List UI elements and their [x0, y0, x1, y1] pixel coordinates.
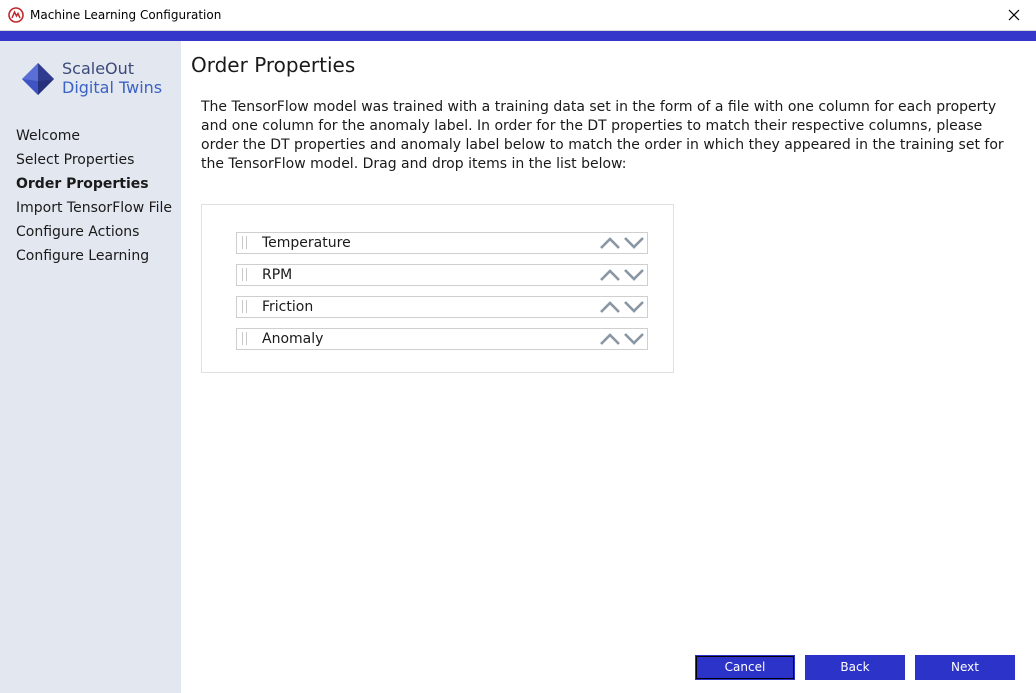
- chevron-down-icon[interactable]: [623, 332, 645, 346]
- logo-text-scaleout: ScaleOut: [62, 59, 135, 78]
- instructions-text: The TensorFlow model was trained with a …: [201, 99, 1004, 172]
- list-item-anomaly[interactable]: Anomaly: [236, 328, 648, 350]
- chevron-up-icon[interactable]: [599, 332, 621, 346]
- sidebar-item-welcome[interactable]: Welcome: [16, 127, 172, 151]
- close-button[interactable]: [992, 0, 1036, 30]
- wizard-steps-nav: Welcome Select Properties Order Properti…: [16, 127, 172, 271]
- chevron-down-icon[interactable]: [623, 268, 645, 282]
- sortable-list-panel: Temperature RPM Friction Anomaly: [201, 204, 674, 373]
- list-item-temperature[interactable]: Temperature: [236, 232, 648, 254]
- drag-handle-icon[interactable]: [242, 268, 248, 282]
- scaleout-logo: ScaleOut Digital Twins: [20, 59, 180, 101]
- chevron-up-icon[interactable]: [599, 236, 621, 250]
- list-item-rpm[interactable]: RPM: [236, 264, 648, 286]
- sidebar-item-configure-actions[interactable]: Configure Actions: [16, 223, 172, 247]
- chevron-down-icon[interactable]: [623, 300, 645, 314]
- drag-handle-icon[interactable]: [242, 236, 248, 250]
- title-bar: Machine Learning Configuration: [0, 0, 1036, 31]
- sidebar-item-configure-learning[interactable]: Configure Learning: [16, 247, 172, 271]
- list-item-label: Temperature: [262, 235, 351, 251]
- list-item-friction[interactable]: Friction: [236, 296, 648, 318]
- drag-handle-icon[interactable]: [242, 332, 248, 346]
- window-title: Machine Learning Configuration: [30, 8, 222, 22]
- sidebar: ScaleOut Digital Twins Welcome Select Pr…: [0, 41, 181, 693]
- next-button[interactable]: Next: [915, 655, 1015, 680]
- list-item-label: RPM: [262, 267, 293, 283]
- cancel-button[interactable]: Cancel: [695, 655, 795, 680]
- chevron-down-icon[interactable]: [623, 236, 645, 250]
- list-item-label: Anomaly: [262, 331, 324, 347]
- back-button[interactable]: Back: [805, 655, 905, 680]
- diamond-logo-icon: [22, 63, 54, 95]
- list-item-label: Friction: [262, 299, 314, 315]
- chevron-up-icon[interactable]: [599, 268, 621, 282]
- accent-bar: [0, 31, 1036, 41]
- close-icon: [1008, 9, 1020, 21]
- page-title: Order Properties: [191, 53, 356, 77]
- logo-text-digital-twins: Digital Twins: [62, 78, 163, 97]
- sidebar-item-order-properties[interactable]: Order Properties: [16, 175, 172, 199]
- sidebar-item-import-tensorflow-file[interactable]: Import TensorFlow File: [16, 199, 172, 223]
- drag-handle-icon[interactable]: [242, 300, 248, 314]
- chevron-up-icon[interactable]: [599, 300, 621, 314]
- app-logo-icon: [8, 7, 24, 23]
- sidebar-item-select-properties[interactable]: Select Properties: [16, 151, 172, 175]
- main-content: Order Properties The TensorFlow model wa…: [181, 41, 1036, 693]
